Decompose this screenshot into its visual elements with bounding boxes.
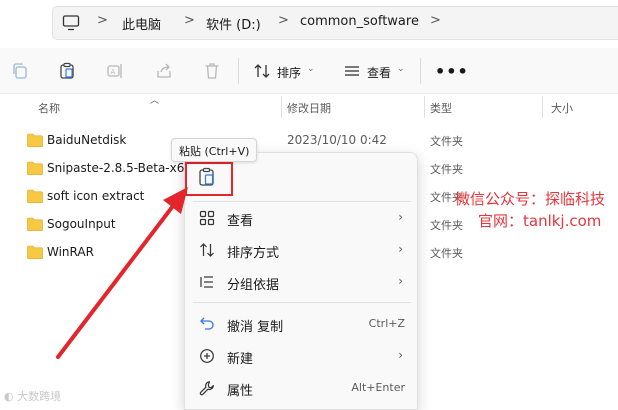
file-type: 文件夹 [430,219,463,232]
chevron-right-icon: > [430,13,441,28]
folder-icon [27,133,43,147]
folder-icon [27,189,43,203]
more-options-button[interactable]: ••• [435,62,469,81]
menu-item-properties[interactable]: 属性 Alt+Enter [185,372,419,404]
menu-item-label: 查看 [227,214,254,229]
new-icon [200,349,214,363]
corner-watermark: ◐ 大数跨境 [4,390,62,403]
sort-button[interactable]: 排序 [277,64,301,81]
breadcrumb-drive-d[interactable]: 软件 (D:) [206,14,261,33]
highlight-box [185,162,233,196]
breadcrumb-this-pc[interactable]: 此电脑 [122,14,161,33]
column-divider[interactable] [281,96,282,118]
file-name: SogouInput [47,217,116,231]
copy-icon[interactable] [11,62,29,80]
delete-icon[interactable] [203,62,221,80]
list-item[interactable]: BaiduNetdisk 2023/10/10 0:42 文件夹 [20,127,618,155]
column-size[interactable]: 大小 [551,100,573,116]
corner-watermark-text: 大数跨境 [17,390,62,403]
file-date: 2023/10/10 0:42 [287,133,387,147]
address-bar: > 此电脑 > 软件 (D:) > common_software > [0,0,618,44]
breadcrumb-common-software[interactable]: common_software [300,14,419,29]
menu-item-shortcut: Ctrl+Z [368,317,405,330]
chevron-down-icon: ⌄ [307,64,315,74]
column-type[interactable]: 类型 [430,100,452,116]
folder-icon [27,217,43,231]
file-name: Snipaste-2.8.5-Beta-x64 [47,161,193,175]
chevron-right-icon: › [398,242,403,256]
column-divider[interactable] [424,96,425,118]
menu-item-label: 新建 [227,352,254,367]
chevron-right-icon: › [398,210,403,224]
menu-item-view[interactable]: 查看 › [185,202,419,234]
chevron-right-icon: > [184,13,195,28]
chevron-right-icon: > [278,13,289,28]
group-icon [200,276,213,288]
view-icon[interactable] [343,62,361,80]
chevron-down-icon: ⌄ [397,64,405,74]
toolbar-divider [238,58,239,84]
folder-icon [27,161,43,175]
file-name: WinRAR [47,245,94,259]
menu-item-label: 属性 [227,384,254,399]
column-divider[interactable] [542,96,543,118]
menu-item-label: 撤消 复制 [227,320,284,335]
menu-divider [193,302,411,303]
file-type: 文件夹 [430,247,463,260]
menu-item-sort-by[interactable]: 排序方式 › [185,234,419,266]
menu-item-group-by[interactable]: 分组依据 › [185,266,419,298]
menu-item-undo-copy[interactable]: 撤消 复制 Ctrl+Z [185,308,419,340]
share-icon[interactable] [155,62,173,80]
command-bar: A 排序 ⌄ 查看 ⌄ ••• [0,48,618,94]
sort-icon[interactable] [253,62,271,80]
menu-item-shortcut: Alt+Enter [351,381,405,394]
watermark-text: 官网：tanlkj.com [478,212,602,230]
grid-icon [199,210,215,226]
paste-tooltip: 粘贴 (Ctrl+V) [171,138,258,162]
watermark-text: 微信公众号：探临科技 [455,190,606,208]
chevron-right-icon: > [97,13,108,28]
menu-item-new[interactable]: 新建 › [185,340,419,372]
view-button[interactable]: 查看 [367,64,391,81]
file-name: BaiduNetdisk [47,133,127,147]
sort-icon [200,243,214,257]
undo-icon [200,317,214,330]
this-pc-icon[interactable] [62,14,80,32]
toolbar-divider [420,58,421,84]
column-header: 名称 修改日期 类型 大小 [0,94,618,120]
column-name[interactable]: 名称 [38,100,60,116]
file-name: soft icon extract [47,189,145,203]
paste-icon[interactable] [58,62,76,80]
rename-icon[interactable]: A [106,62,124,80]
wrench-icon [199,381,214,396]
file-type: 文件夹 [430,135,463,148]
context-menu: 查看 › 排序方式 › 分组依据 › 撤消 复制 Ctrl+Z 新建 › 属性 … [184,152,418,410]
svg-text:A: A [111,68,116,76]
column-date[interactable]: 修改日期 [287,100,331,116]
folder-icon [27,245,43,259]
chevron-right-icon: › [398,348,403,362]
menu-item-label: 分组依据 [227,278,280,293]
menu-item-label: 排序方式 [227,246,280,261]
file-type: 文件夹 [430,163,463,176]
chevron-right-icon: › [398,274,403,288]
